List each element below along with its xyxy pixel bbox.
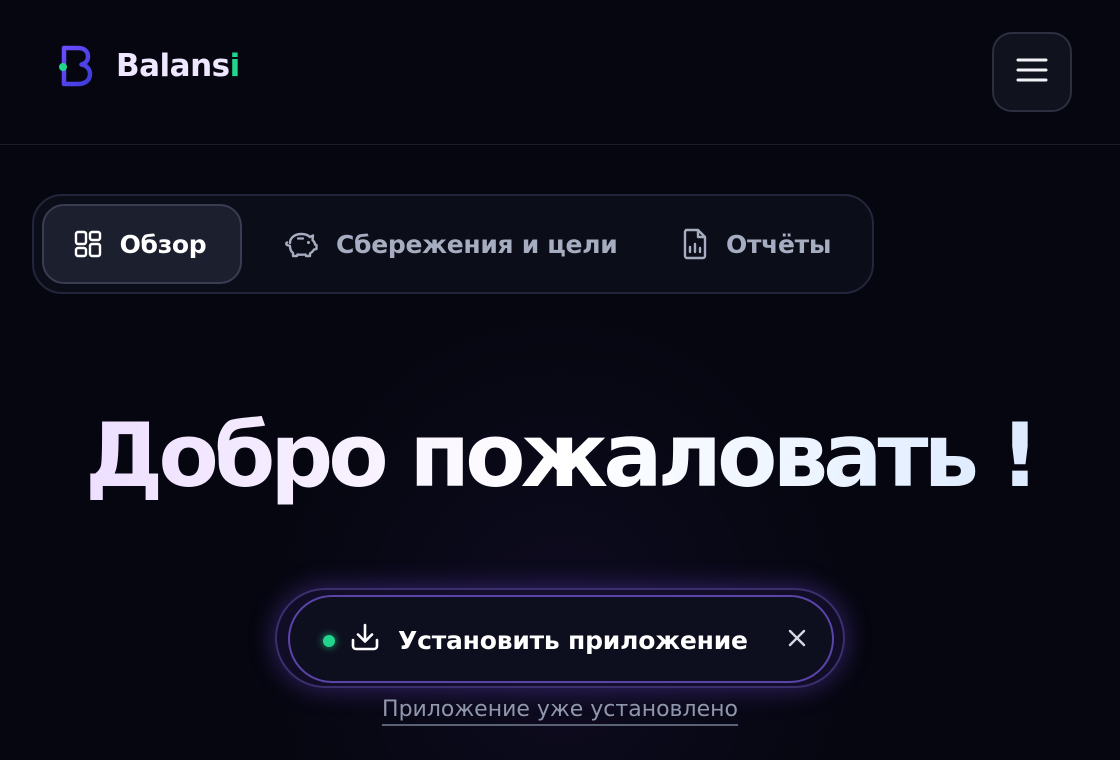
download-icon	[350, 622, 380, 658]
install-pill: Установить приложение	[288, 595, 834, 683]
close-install-button[interactable]	[784, 627, 810, 653]
status-dot	[323, 635, 335, 647]
tab-reports[interactable]: Отчёты	[682, 204, 831, 284]
install-app-button[interactable]: Установить приложение	[350, 611, 748, 669]
close-icon	[787, 628, 807, 652]
install-app-label: Установить приложение	[398, 625, 748, 655]
main-tabs: Обзор Сбережения и цели Отчёты	[32, 194, 874, 294]
tab-savings-goals-label: Сбережения и цели	[336, 229, 618, 259]
already-installed-link[interactable]: Приложение уже установлено	[382, 697, 738, 726]
tab-overview-label: Обзор	[119, 229, 207, 259]
grid-icon	[74, 230, 102, 258]
app-root: Balansi Обзор Сбережения и цели Отчёты Д…	[0, 0, 1120, 760]
already-installed-container: Приложение уже установлено	[0, 697, 1120, 726]
top-header: Balansi	[0, 0, 1120, 145]
tab-overview[interactable]: Обзор	[42, 204, 242, 284]
b-logo-icon	[58, 42, 94, 90]
install-prompt: Установить приложение	[275, 588, 845, 688]
brand[interactable]: Balansi	[58, 42, 240, 90]
menu-button[interactable]	[992, 32, 1072, 112]
hero-title: Добро пожаловать !	[0, 396, 1120, 516]
brand-name: Balansi	[116, 48, 240, 84]
brand-name-main: Balans	[116, 48, 230, 84]
brand-name-accent: i	[229, 48, 241, 84]
tab-reports-label: Отчёты	[726, 229, 832, 259]
tab-savings-goals[interactable]: Сбережения и цели	[284, 204, 618, 284]
report-icon	[682, 228, 708, 260]
hamburger-menu-icon	[1016, 57, 1048, 87]
piggy-bank-icon	[284, 230, 318, 258]
